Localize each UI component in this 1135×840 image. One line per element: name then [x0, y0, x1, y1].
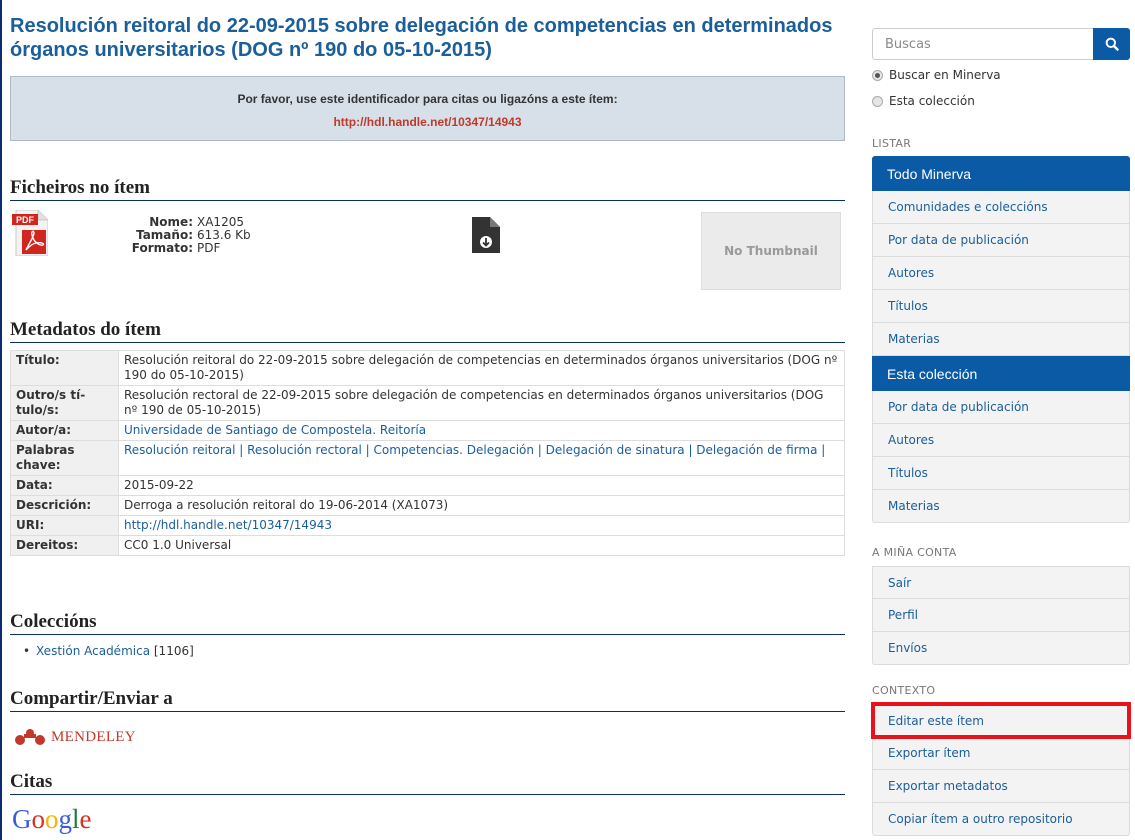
- nav-item-copy-item[interactable]: Copiar ítem a outro repositorio: [872, 803, 1130, 836]
- nav-item-subjects[interactable]: Materias: [872, 323, 1130, 356]
- mendeley-icon: [15, 729, 45, 745]
- file-format: PDF: [197, 241, 221, 255]
- nav-item-coll-subjects[interactable]: Materias: [872, 490, 1130, 523]
- files-heading: Ficheiros no ítem: [10, 177, 845, 201]
- collection-count: [1106]: [153, 644, 194, 658]
- meta-value: Resolución rectoral de 22-09-2015 sobre …: [118, 385, 845, 421]
- table-row: Outro/s tí-tulo/s: Resolución rectoral de…: [10, 385, 845, 421]
- radio-selected-icon[interactable]: [872, 69, 883, 81]
- google-logo-letter: g: [58, 804, 73, 834]
- table-row: URI: http://hdl.handle.net/10347/14943: [10, 515, 845, 536]
- nav-item-logout[interactable]: Saír: [872, 566, 1130, 599]
- meta-key: Descrición:: [10, 495, 119, 516]
- page-title: Resolución reitoral do 22-09-2015 sobre …: [10, 15, 833, 61]
- table-row: Data: 2015-09-22: [10, 475, 845, 496]
- meta-key: Palabras chave:: [10, 440, 119, 476]
- sidebar: Buscar en Minerva Esta colección LISTAR …: [871, 0, 1132, 840]
- nav-item-titles[interactable]: Títulos: [872, 290, 1130, 323]
- nav-item-communities[interactable]: Comunidades e coleccións: [872, 191, 1130, 224]
- nav-item-coll-titles[interactable]: Títulos: [872, 457, 1130, 490]
- share-heading: Compartir/Enviar a: [10, 688, 845, 712]
- meta-value: CC0 1.0 Universal: [118, 535, 845, 556]
- pdf-file-icon[interactable]: PDF: [12, 209, 49, 257]
- table-row: Dereitos: CC0 1.0 Universal: [10, 535, 845, 556]
- scope-all-option[interactable]: Buscar en Minerva: [872, 68, 1001, 82]
- nav-item-export-metadata[interactable]: Exportar metadatos: [872, 770, 1130, 803]
- author-link[interactable]: Universidade de Santiago de Compostela. …: [124, 423, 426, 437]
- search-form: [872, 28, 1130, 60]
- this-collection-heading: Esta colección: [872, 356, 1130, 391]
- nav-item-edit-item[interactable]: Editar este ítem: [872, 704, 1130, 737]
- browse-heading: LISTAR: [872, 137, 912, 150]
- meta-value: Resolución reitoral do 22-09-2015 sobre …: [118, 350, 845, 386]
- meta-key: Título:: [10, 350, 119, 386]
- nav-item-submissions[interactable]: Envíos: [872, 632, 1130, 665]
- browse-nav: Todo Minerva Comunidades e coleccións Po…: [872, 156, 1130, 523]
- google-logo-letter: l: [72, 804, 80, 834]
- collection-link[interactable]: Xestión Académica: [36, 644, 150, 658]
- mendeley-label: MENDELEY: [51, 728, 136, 745]
- thumbnail-placeholder: No Thumbnail: [701, 212, 841, 290]
- mendeley-share-link[interactable]: MENDELEY: [14, 728, 136, 746]
- nav-item-by-date[interactable]: Por data de publicación: [872, 224, 1130, 257]
- google-scholar-link[interactable]: Google: [12, 804, 92, 834]
- all-minerva-heading: Todo Minerva: [872, 156, 1130, 191]
- meta-key: URI:: [10, 515, 119, 536]
- handle-url-link[interactable]: http://hdl.handle.net/10347/14943: [11, 115, 844, 129]
- nav-item-coll-by-date[interactable]: Por data de publicación: [872, 391, 1130, 424]
- file-format-label: Formato:: [131, 241, 193, 255]
- scope-collection-label: Esta colección: [889, 94, 975, 108]
- google-logo-letter: e: [79, 804, 92, 834]
- keywords-links[interactable]: Resolución reitoral | Resolución rectora…: [124, 443, 825, 457]
- table-row: Descrición: Derroga a resolución reitoral…: [10, 495, 845, 516]
- nav-item-coll-authors[interactable]: Autores: [872, 424, 1130, 457]
- handle-box: Por favor, use este identificador para c…: [10, 76, 845, 141]
- pdf-badge-label: PDF: [16, 215, 35, 225]
- context-heading: CONTEXTO: [872, 684, 936, 697]
- table-row: Palabras chave: Resolución reitoral | Res…: [10, 440, 845, 476]
- scope-all-label: Buscar en Minerva: [889, 68, 1001, 82]
- download-file-icon[interactable]: [472, 217, 500, 253]
- meta-value: 2015-09-22: [118, 475, 845, 496]
- google-logo-letter: o: [45, 804, 59, 834]
- nav-item-authors[interactable]: Autores: [872, 257, 1130, 290]
- cites-heading: Citas: [10, 771, 845, 795]
- google-logo-letter: o: [31, 804, 46, 834]
- search-button[interactable]: [1093, 28, 1130, 60]
- search-input[interactable]: [872, 28, 1093, 60]
- collections-heading: Coleccións: [10, 611, 845, 635]
- main-content: Resolución reitoral do 22-09-2015 sobre …: [0, 0, 855, 840]
- table-row: Título: Resolución reitoral do 22-09-2015…: [10, 350, 845, 386]
- metadata-heading: Metadatos do ítem: [10, 319, 845, 343]
- google-logo-letter: G: [12, 804, 32, 834]
- context-nav: Editar este ítem Exportar ítem Exportar …: [872, 704, 1130, 836]
- metadata-table: Título: Resolución reitoral do 22-09-2015…: [10, 350, 845, 556]
- meta-key: Outro/s tí-tulo/s:: [10, 385, 119, 421]
- nav-item-export-item[interactable]: Exportar ítem: [872, 737, 1130, 770]
- account-nav: Saír Perfil Envíos: [872, 566, 1130, 665]
- nav-item-profile[interactable]: Perfil: [872, 599, 1130, 632]
- search-icon: [1105, 37, 1119, 51]
- handle-message: Por favor, use este identificador para c…: [237, 92, 618, 106]
- meta-key: Dereitos:: [10, 535, 119, 556]
- list-item: Xestión Académica [1106]: [23, 644, 194, 658]
- radio-unselected-icon[interactable]: [872, 95, 883, 107]
- meta-key: Autor/a:: [10, 420, 119, 441]
- uri-link[interactable]: http://hdl.handle.net/10347/14943: [124, 518, 332, 532]
- file-metadata: Nome: XA1205 Tamaño: 613.6 Kb Formato: PDF: [62, 216, 251, 255]
- table-row: Autor/a: Universidade de Santiago de Comp…: [10, 420, 845, 441]
- meta-key: Data:: [10, 475, 119, 496]
- scope-collection-option[interactable]: Esta colección: [872, 94, 975, 108]
- meta-value: Derroga a resolución reitoral do 19-06-2…: [118, 495, 845, 516]
- account-heading: A MIÑA CONTA: [872, 546, 957, 559]
